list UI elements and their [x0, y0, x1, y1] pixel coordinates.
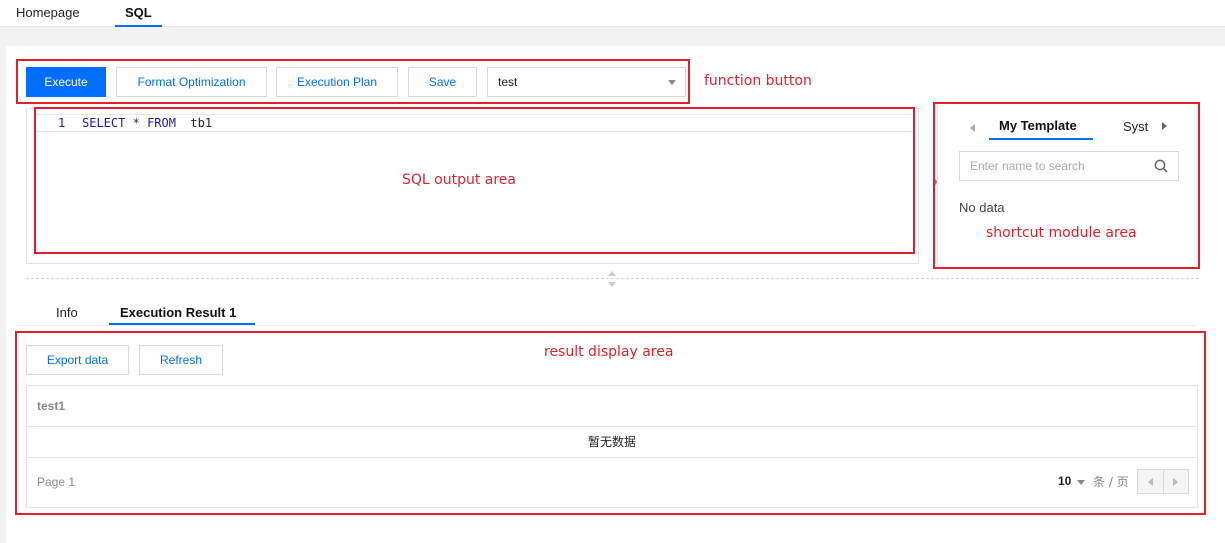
table-header: test1	[27, 386, 1197, 427]
result-table: test1 暂无数据 Page 1 10 条 / 页	[26, 385, 1198, 508]
page-indicator: Page 1	[37, 475, 76, 489]
empty-state: 暂无数据	[27, 427, 1197, 458]
table-identifier: tb1	[190, 116, 213, 130]
shortcut-annotation: shortcut module area	[986, 225, 1137, 241]
save-button[interactable]: Save	[408, 67, 477, 97]
tab-homepage[interactable]: Homepage	[16, 5, 80, 20]
template-search-input[interactable]	[960, 152, 1140, 180]
next-page-icon[interactable]	[1173, 478, 1178, 486]
function-button-annotation: function button	[704, 73, 812, 89]
operator-star: *	[132, 116, 140, 130]
keyword-select: SELECT	[82, 116, 126, 130]
scroll-right-icon[interactable]	[1162, 122, 1167, 130]
refresh-button[interactable]: Refresh	[139, 345, 223, 375]
no-data-text: No data	[959, 200, 1005, 215]
template-search	[959, 151, 1179, 181]
sql-code[interactable]: SELECT * FROM tb1	[82, 115, 212, 131]
scroll-left-icon[interactable]	[970, 124, 975, 132]
chevron-down-icon	[668, 80, 676, 85]
resize-handle-icon[interactable]	[607, 270, 617, 288]
tab-system-template[interactable]: Syst	[1123, 119, 1151, 134]
keyword-from: FROM	[147, 116, 176, 130]
format-optimization-button[interactable]: Format Optimization	[116, 67, 267, 97]
database-select-value: test	[498, 75, 518, 89]
execution-plan-button[interactable]: Execution Plan	[276, 67, 398, 97]
tab-bar-line	[16, 325, 1196, 326]
search-icon[interactable]	[1154, 159, 1168, 173]
sql-output-annotation: SQL output area	[402, 172, 517, 188]
tab-active-indicator	[989, 138, 1093, 140]
column-header[interactable]: test1	[37, 399, 65, 413]
tab-info[interactable]: Info	[56, 305, 78, 320]
prev-page-icon[interactable]	[1148, 478, 1153, 486]
line-number: 1	[58, 116, 66, 130]
database-select[interactable]: test	[487, 67, 686, 97]
execute-button[interactable]: Execute	[26, 67, 106, 97]
editor-line: 1 SELECT * FROM tb1	[35, 114, 914, 132]
tab-sql[interactable]: SQL	[115, 5, 162, 27]
page-size-unit: 条 / 页	[1093, 475, 1129, 489]
tab-execution-result[interactable]: Execution Result 1	[120, 305, 236, 320]
top-tab-bar: Homepage SQL	[0, 0, 1225, 27]
result-display-annotation: result display area	[544, 344, 674, 360]
tab-my-template[interactable]: My Template	[999, 118, 1077, 133]
chevron-down-icon[interactable]	[1077, 480, 1085, 485]
pagination	[1137, 469, 1189, 494]
pager-separator	[1163, 470, 1164, 493]
tab-active-indicator	[109, 323, 255, 325]
export-data-button[interactable]: Export data	[26, 345, 129, 375]
page-size-select[interactable]: 10	[1058, 474, 1071, 488]
